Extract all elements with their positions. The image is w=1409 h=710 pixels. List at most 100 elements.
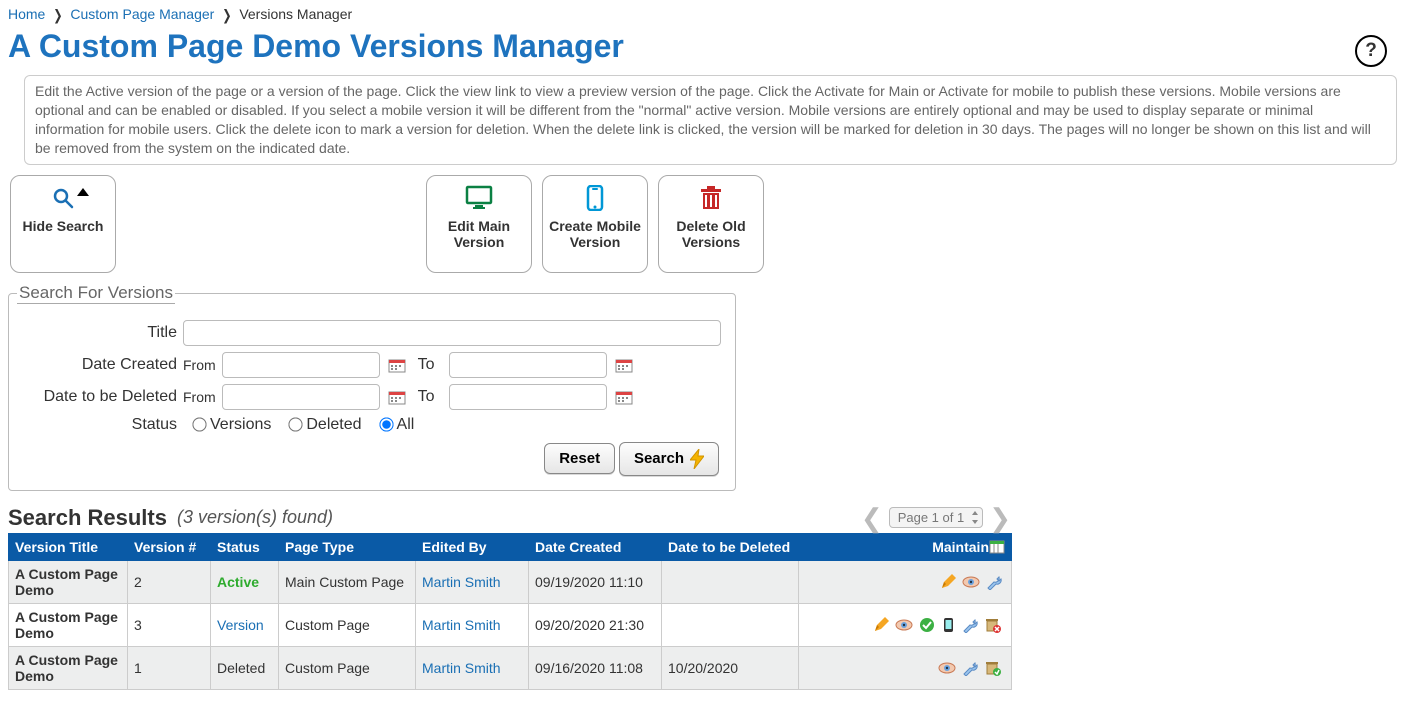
status-versions-radio[interactable] xyxy=(192,417,206,431)
cell-title: A Custom Page Demo xyxy=(9,603,128,646)
date-created-label: Date Created xyxy=(17,356,183,374)
cell-editedby: Martin Smith xyxy=(416,560,529,603)
status-all-label: All xyxy=(397,416,415,434)
calendar-icon[interactable] xyxy=(615,389,633,405)
trash-icon xyxy=(697,185,725,211)
search-icon xyxy=(52,187,74,209)
create-mobile-label: Create Mobile Version xyxy=(547,218,643,250)
view-icon[interactable] xyxy=(895,618,913,632)
help-icon[interactable]: ? xyxy=(1355,35,1387,67)
settings-icon[interactable] xyxy=(986,574,1002,590)
results-bar: Search Results (3 version(s) found) ❮ Pa… xyxy=(8,505,1401,531)
date-created-from-input[interactable] xyxy=(222,352,380,378)
calendar-icon[interactable] xyxy=(388,357,406,373)
date-deleted-label: Date to be Deleted xyxy=(17,388,183,406)
from-label: From xyxy=(183,357,216,373)
pager-next[interactable]: ❯ xyxy=(989,505,1011,531)
settings-icon[interactable] xyxy=(962,617,978,633)
create-mobile-button[interactable]: Create Mobile Version xyxy=(542,175,648,273)
to-label: To xyxy=(418,388,435,406)
cell-num: 3 xyxy=(128,603,211,646)
th-num[interactable]: Version # xyxy=(128,533,211,560)
cell-created: 09/16/2020 11:08 xyxy=(529,646,662,689)
delete-icon[interactable] xyxy=(984,616,1002,634)
pager-prev[interactable]: ❮ xyxy=(861,505,883,531)
date-deleted-to-input[interactable] xyxy=(449,384,607,410)
th-type[interactable]: Page Type xyxy=(279,533,416,560)
delete-old-label: Delete Old Versions xyxy=(663,218,759,250)
chevron-right-icon: ❯ xyxy=(53,7,62,24)
search-legend: Search For Versions xyxy=(17,283,175,304)
from-label: From xyxy=(183,389,216,405)
columns-icon[interactable] xyxy=(989,539,1005,555)
reset-button[interactable]: Reset xyxy=(544,443,615,474)
monitor-icon xyxy=(465,185,493,211)
date-deleted-from-input[interactable] xyxy=(222,384,380,410)
th-created[interactable]: Date Created xyxy=(529,533,662,560)
editedby-link[interactable]: Martin Smith xyxy=(422,617,501,633)
calendar-icon[interactable] xyxy=(615,357,633,373)
table-row: A Custom Page Demo 3 Version Custom Page… xyxy=(9,603,1012,646)
status-label: Status xyxy=(17,416,183,434)
cell-maintain xyxy=(799,560,1012,603)
chevron-right-icon: ❯ xyxy=(222,7,231,24)
th-title[interactable]: Version Title xyxy=(9,533,128,560)
view-icon[interactable] xyxy=(962,575,980,589)
cell-type: Main Custom Page xyxy=(279,560,416,603)
th-todel[interactable]: Date to be Deleted xyxy=(662,533,799,560)
breadcrumb: Home ❯ Custom Page Manager ❯ Versions Ma… xyxy=(8,4,1401,26)
info-box: Edit the Active version of the page or a… xyxy=(24,75,1397,165)
status-versions-label: Versions xyxy=(210,416,271,434)
edit-main-button[interactable]: Edit Main Version xyxy=(426,175,532,273)
cell-maintain xyxy=(799,603,1012,646)
pager-select[interactable]: Page 1 of 1 xyxy=(889,507,984,528)
activate-mobile-icon[interactable] xyxy=(941,617,956,633)
pager: ❮ Page 1 of 1 ❯ xyxy=(861,505,1011,531)
th-editedby[interactable]: Edited By xyxy=(416,533,529,560)
breadcrumb-cpm[interactable]: Custom Page Manager xyxy=(70,6,214,22)
status-all-radio[interactable] xyxy=(379,417,393,431)
cell-created: 09/20/2020 21:30 xyxy=(529,603,662,646)
calendar-icon[interactable] xyxy=(388,389,406,405)
editedby-link[interactable]: Martin Smith xyxy=(422,574,501,590)
th-maintain[interactable]: Maintain xyxy=(799,533,1012,560)
status-version-link[interactable]: Version xyxy=(217,617,264,633)
search-button[interactable]: Search xyxy=(619,442,719,476)
edit-icon[interactable] xyxy=(873,617,889,633)
editedby-link[interactable]: Martin Smith xyxy=(422,660,501,676)
title-input[interactable] xyxy=(183,320,721,346)
cell-title: A Custom Page Demo xyxy=(9,560,128,603)
to-label: To xyxy=(418,356,435,374)
cell-todel: 10/20/2020 xyxy=(662,646,799,689)
results-table: Version Title Version # Status Page Type… xyxy=(8,533,1012,690)
edit-main-label: Edit Main Version xyxy=(431,218,527,250)
cell-num: 2 xyxy=(128,560,211,603)
cell-editedby: Martin Smith xyxy=(416,646,529,689)
search-panel: Search For Versions Title Date Created F… xyxy=(8,283,736,491)
page-title: A Custom Page Demo Versions Manager xyxy=(8,28,624,65)
collapse-arrow-icon xyxy=(77,188,89,196)
hide-search-label: Hide Search xyxy=(23,218,104,234)
settings-icon[interactable] xyxy=(962,660,978,676)
date-created-to-input[interactable] xyxy=(449,352,607,378)
status-deleted-radio[interactable] xyxy=(289,417,303,431)
th-status[interactable]: Status xyxy=(211,533,279,560)
hide-search-button[interactable]: Hide Search xyxy=(10,175,116,273)
cell-type: Custom Page xyxy=(279,603,416,646)
restore-icon[interactable] xyxy=(984,659,1002,677)
cell-todel xyxy=(662,603,799,646)
mobile-icon xyxy=(582,185,608,211)
edit-icon[interactable] xyxy=(940,574,956,590)
status-deleted-label: Deleted xyxy=(306,416,361,434)
status-deleted: Deleted xyxy=(217,660,265,676)
results-count: (3 version(s) found) xyxy=(177,507,333,528)
cell-status: Deleted xyxy=(211,646,279,689)
cell-status: Version xyxy=(211,603,279,646)
breadcrumb-home[interactable]: Home xyxy=(8,6,45,22)
cell-type: Custom Page xyxy=(279,646,416,689)
delete-old-button[interactable]: Delete Old Versions xyxy=(658,175,764,273)
view-icon[interactable] xyxy=(938,661,956,675)
approve-icon[interactable] xyxy=(919,617,935,633)
table-row: A Custom Page Demo 2 Active Main Custom … xyxy=(9,560,1012,603)
table-row: A Custom Page Demo 1 Deleted Custom Page… xyxy=(9,646,1012,689)
